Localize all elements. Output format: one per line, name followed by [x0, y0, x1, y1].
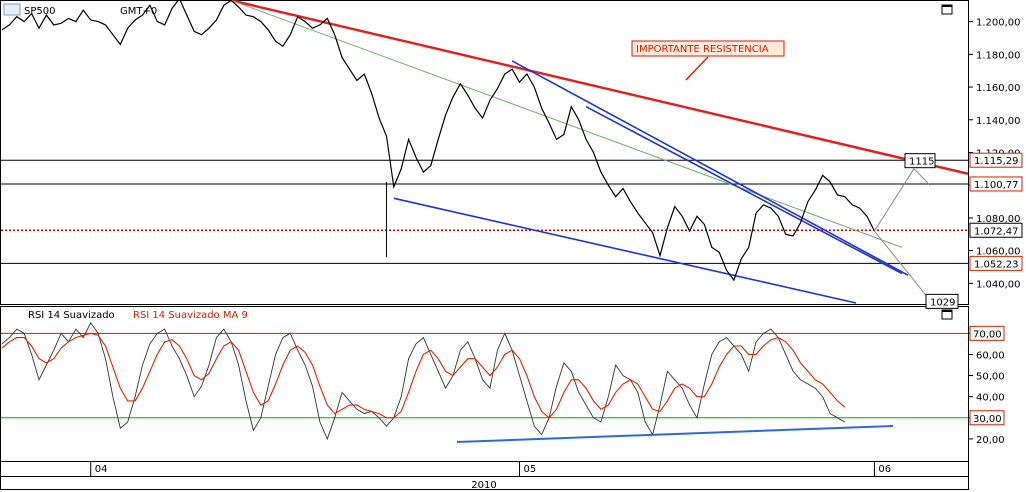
price-tick-label: 1.180,00 [976, 50, 1021, 61]
price-tick-label: 1.140,00 [976, 116, 1021, 127]
maximize-price-icon-bar [942, 5, 952, 7]
x-tick-label: 06 [878, 464, 891, 475]
price-level-label: 1.100,77 [974, 180, 1019, 191]
year-label: 2010 [471, 480, 496, 491]
price-level-label: 1.052,23 [974, 259, 1019, 270]
oscillator-level-label: 70,00 [973, 329, 1002, 340]
resistance-annotation: IMPORTANTE RESISTENCIA [636, 44, 769, 55]
oscillator-tick-label: 60,00 [976, 350, 1005, 361]
callout-label: 1115 [909, 157, 934, 168]
x-tick-label: 04 [95, 464, 108, 475]
price-tick-label: 1.200,00 [976, 18, 1021, 29]
price-tick-label: 1.040,00 [976, 279, 1021, 290]
price-level-label: 1.115,29 [974, 156, 1019, 167]
rsi-ma-legend-label[interactable]: RSI 14 Suavizado MA 9 [133, 310, 248, 321]
price-level-label: 1.072,47 [974, 226, 1019, 237]
chart: SP500 GMT+0 RSI 14 Suavizado RSI 14 Suav… [0, 0, 1023, 491]
oscillator-level-label: 30,00 [973, 414, 1002, 425]
price-header-label: SP500 [24, 6, 55, 17]
price-tick-label: 1.160,00 [976, 83, 1021, 94]
oscillator-tick-label: 40,00 [976, 393, 1005, 404]
oscillator-tick-label: 50,00 [976, 372, 1005, 383]
price-panel [0, 0, 969, 305]
timezone-label: GMT+0 [120, 6, 157, 17]
x-tick-label: 05 [524, 464, 537, 475]
maximize-oscillator-icon-bar [942, 310, 952, 312]
cfd-logo-icon [3, 3, 21, 16]
oscillator-tick-label: 20,00 [976, 435, 1005, 446]
callout-label: 1029 [930, 297, 955, 308]
rsi-legend-label[interactable]: RSI 14 Suavizado [28, 310, 115, 321]
oscillator-axis: 70,00 60,00 50,00 40,00 30,00 20,00 [969, 329, 1005, 446]
